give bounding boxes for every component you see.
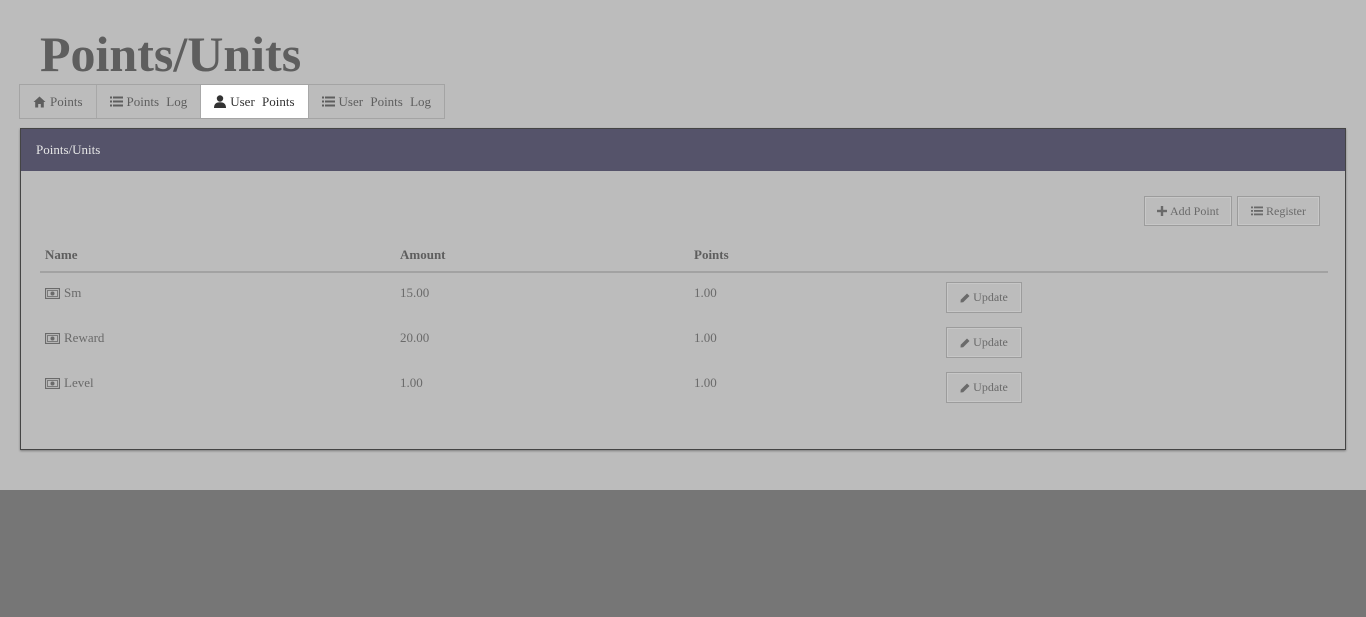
tab-label: User Points <box>230 93 295 109</box>
points-panel: Points/Units Add Point Register Name Amo… <box>20 128 1346 450</box>
update-label: Update <box>973 335 1008 349</box>
pencil-icon <box>960 293 970 303</box>
update-button[interactable]: Update <box>946 372 1022 403</box>
money-icon <box>45 377 60 389</box>
table-row: Level 1.00 1.00 Update <box>40 363 1328 408</box>
update-label: Update <box>973 380 1008 394</box>
home-icon <box>33 96 46 108</box>
add-point-label: Add Point <box>1169 203 1219 218</box>
column-header-amount: Amount <box>400 247 446 262</box>
register-label: Register <box>1266 203 1306 218</box>
page: Points/Units Points Points Log User Poin… <box>0 0 1366 490</box>
tab-label: Points Log <box>126 93 188 109</box>
column-header-points: Points <box>694 247 729 262</box>
list-icon <box>321 96 335 107</box>
points-table: Name Amount Points Sm 15.00 1.00 Update … <box>40 241 1328 408</box>
row-points: 1.00 <box>694 285 717 300</box>
plus-icon <box>1156 206 1167 216</box>
add-point-button[interactable]: Add Point <box>1144 196 1232 226</box>
register-button[interactable]: Register <box>1237 196 1320 226</box>
footer-band <box>0 490 1366 617</box>
tab-user-points-log[interactable]: User Points Log <box>309 85 445 118</box>
money-icon <box>45 287 60 299</box>
tab-points[interactable]: Points <box>20 85 97 118</box>
list-icon <box>109 96 123 107</box>
row-amount: 1.00 <box>400 375 423 390</box>
list-icon <box>1251 206 1263 216</box>
row-amount: 20.00 <box>400 330 430 345</box>
update-label: Update <box>973 290 1008 304</box>
tab-points-log[interactable]: Points Log <box>97 85 202 118</box>
pencil-icon <box>960 383 970 393</box>
row-points: 1.00 <box>694 375 717 390</box>
panel-heading: Points/Units <box>21 129 1345 171</box>
update-button[interactable]: Update <box>946 282 1022 313</box>
table-row: Sm 15.00 1.00 Update <box>40 273 1328 318</box>
column-header-name: Name <box>45 247 78 262</box>
update-button[interactable]: Update <box>946 327 1022 358</box>
money-icon <box>45 332 60 344</box>
row-name-text: Level <box>64 375 94 390</box>
row-points: 1.00 <box>694 330 717 345</box>
tab-user-points[interactable]: User Points <box>201 85 309 118</box>
page-title: Points/Units <box>40 26 302 82</box>
row-amount: 15.00 <box>400 285 430 300</box>
tab-label: User Points Log <box>338 93 432 109</box>
pencil-icon <box>960 338 970 348</box>
row-name: Level <box>45 375 94 391</box>
row-name-text: Sm <box>64 285 82 300</box>
table-header: Name Amount Points <box>40 241 1328 273</box>
row-name-text: Reward <box>64 330 105 345</box>
user-icon <box>214 95 227 108</box>
table-row: Reward 20.00 1.00 Update <box>40 318 1328 363</box>
row-name: Reward <box>45 330 104 346</box>
row-name: Sm <box>45 285 81 301</box>
tab-label: Points <box>50 93 83 109</box>
tab-bar: Points Points Log User Points User Point… <box>19 84 446 119</box>
